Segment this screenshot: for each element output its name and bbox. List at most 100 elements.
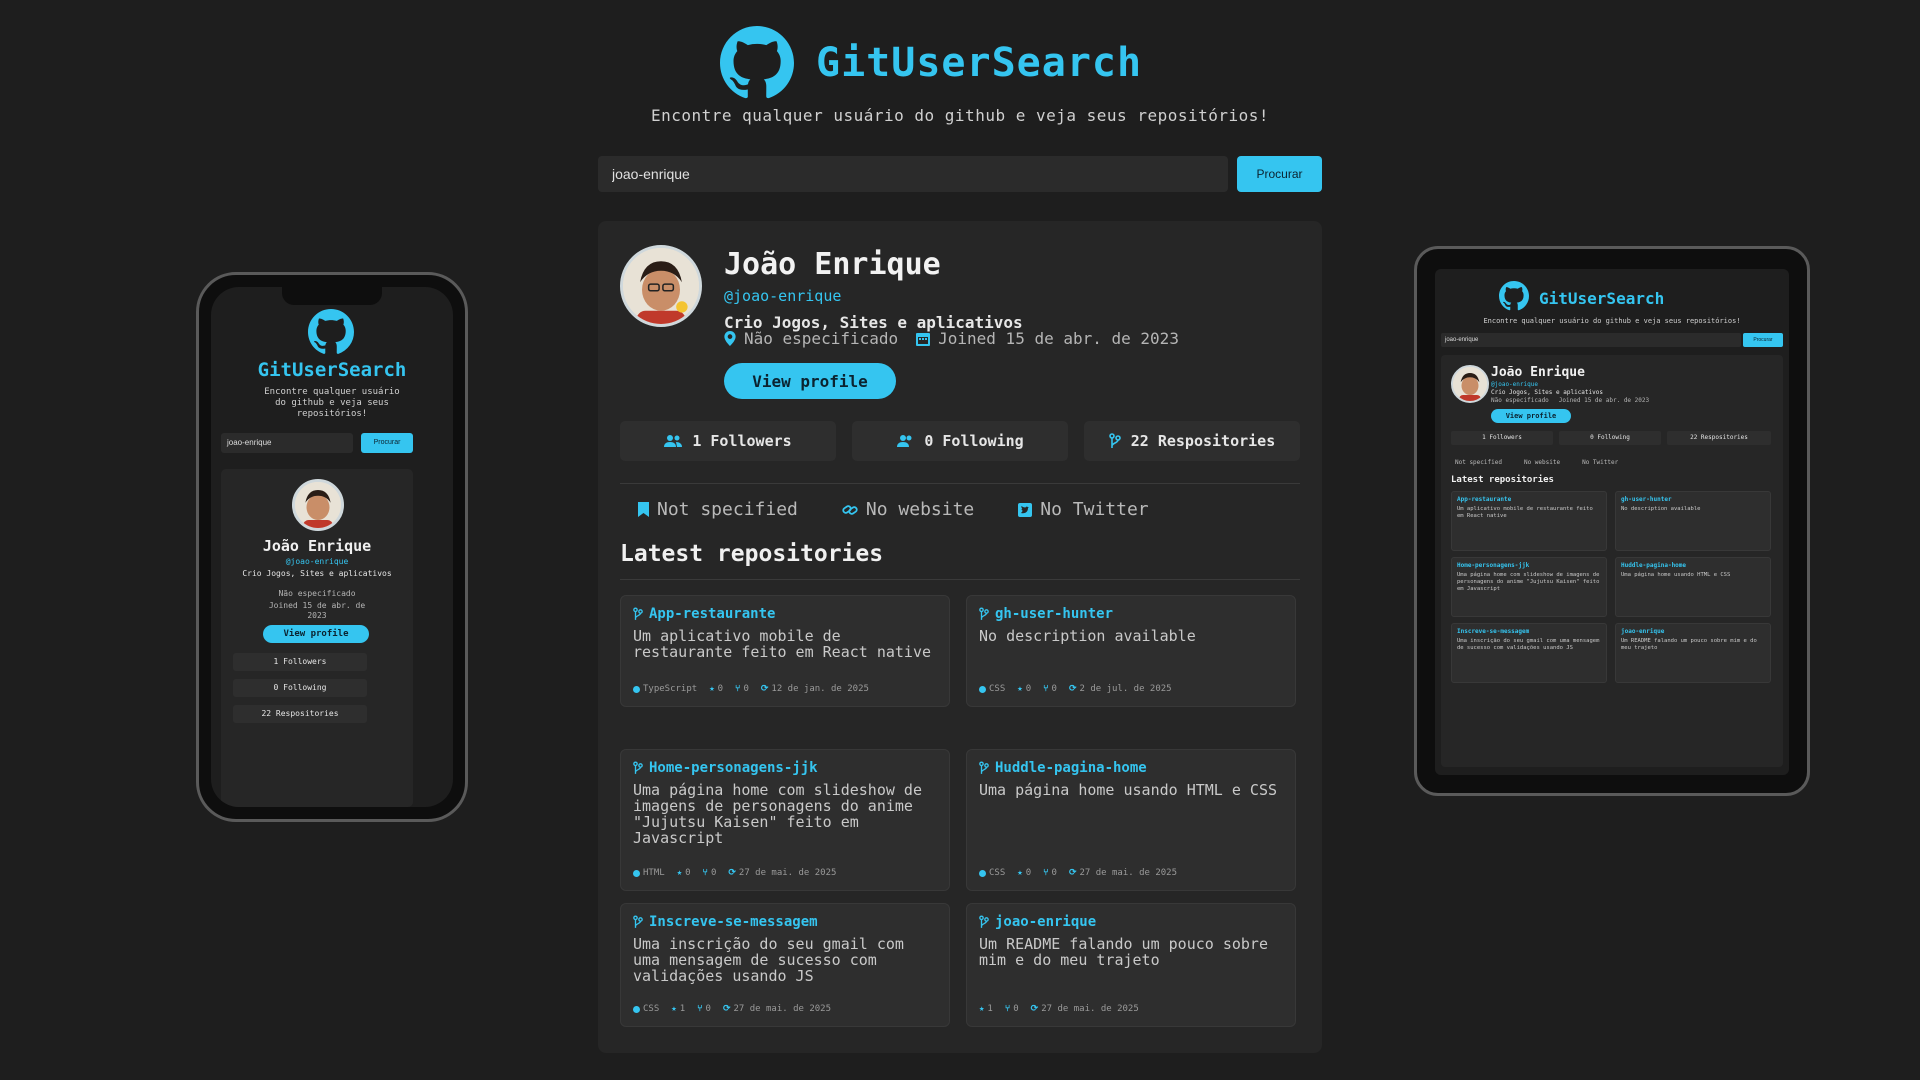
star-icon: ★ — [1017, 868, 1023, 878]
repo-description: No description available — [1621, 506, 1701, 512]
repo-meta: ★ 1 ⑂ 0 ⟳ 27 de mai. de 2025 — [979, 1004, 1139, 1014]
followers-stat[interactable]: 1 Followers — [233, 653, 367, 671]
tagline: Encontre qualquer usuário do github e ve… — [1483, 317, 1741, 325]
repo-card[interactable]: Home-personagens-jjk Uma página home com … — [620, 749, 950, 891]
github-icon — [1499, 281, 1529, 311]
following-stat[interactable]: 0 Following — [1559, 431, 1661, 445]
following-stat[interactable]: 0 Following — [233, 679, 367, 697]
profile-name: João Enrique — [724, 247, 941, 282]
repo-card[interactable]: Huddle-pagina-home Uma página home usando… — [966, 749, 1296, 891]
profile-login[interactable]: @joao-enrique — [724, 287, 841, 305]
repo-card[interactable]: App-restaurante Um aplicativo mobile de r… — [620, 595, 950, 707]
repo-name[interactable]: gh-user-hunter — [979, 606, 1283, 622]
profile-login[interactable]: @joao-enrique — [221, 557, 413, 566]
clock-icon: ⟳ — [728, 868, 736, 878]
repo-language: CSS — [633, 1004, 659, 1014]
repo-updated: ⟳ 2 de jul. de 2025 — [1068, 684, 1172, 694]
profile-card: João Enrique @joao-enrique Crio Jogos, S… — [221, 469, 413, 807]
repo-card[interactable]: joao-enrique Um README falando um pouco s… — [1615, 623, 1771, 683]
view-profile-button[interactable]: View profile — [263, 625, 369, 643]
twitter-link[interactable]: No Twitter — [1018, 499, 1149, 520]
repo-forks: ⑂ 0 — [1043, 868, 1057, 878]
search-input[interactable] — [598, 156, 1228, 192]
star-icon: ★ — [979, 1004, 985, 1014]
profile-links: Not specified No website No Twitter — [638, 499, 1149, 520]
profile-login[interactable]: @joao-enrique — [1491, 381, 1538, 388]
avatar — [292, 479, 344, 531]
repo-card[interactable]: Inscreve-se-messagem Uma inscrição do seu… — [620, 903, 950, 1027]
followers-stat[interactable]: 1 Followers — [620, 421, 836, 461]
app-title: GitUserSearch — [257, 359, 407, 381]
twitter-icon — [1018, 502, 1033, 517]
profile-bio: Crio Jogos, Sites e aplicativos — [242, 569, 392, 578]
repo-meta: CSS ★ 0 ⑂ 0 ⟳ 27 de mai. de 2025 — [979, 868, 1177, 878]
repo-card[interactable]: Huddle-pagina-home Uma página home usando… — [1615, 557, 1771, 617]
repo-name[interactable]: App-restaurante — [633, 606, 937, 622]
repo-card[interactable]: joao-enrique Um README falando um pouco s… — [966, 903, 1296, 1027]
link-icon — [842, 504, 858, 515]
repo-updated: ⟳ 27 de mai. de 2025 — [1030, 1004, 1139, 1014]
star-icon: ★ — [671, 1004, 677, 1014]
clock-icon: ⟳ — [1068, 684, 1077, 694]
repo-name[interactable]: Inscreve-se-messagem — [1457, 628, 1601, 635]
repo-language: CSS — [979, 684, 1005, 694]
repo-stars: ★ 1 — [671, 1004, 686, 1014]
repos-stat[interactable]: 22 Respositories — [233, 705, 367, 723]
fork-icon: ⑂ — [1004, 1004, 1011, 1014]
repo-meta: CSS ★ 1 ⑂ 0 ⟳ 27 de mai. de 2025 — [633, 1004, 831, 1014]
repo-name[interactable]: joao-enrique — [979, 914, 1283, 930]
tablet-screen: GitUserSearch Encontre qualquer usuário … — [1435, 269, 1789, 775]
repo-icon — [1108, 433, 1121, 448]
app-title: GitUserSearch — [816, 40, 1143, 86]
repo-icon — [979, 607, 989, 620]
repo-name[interactable]: App-restaurante — [1457, 496, 1601, 503]
repo-name[interactable]: Home-personagens-jjk — [1457, 562, 1601, 569]
search-button[interactable]: Procurar — [1743, 333, 1783, 347]
view-profile-button[interactable]: View profile — [1491, 409, 1571, 423]
repo-name[interactable]: Home-personagens-jjk — [633, 760, 937, 776]
repo-card[interactable]: Home-personagens-jjk Uma página home com … — [1451, 557, 1607, 617]
search-input[interactable]: joao-enrique — [221, 433, 353, 453]
search-button[interactable]: Procurar — [361, 433, 413, 453]
clock-icon: ⟳ — [1030, 1004, 1039, 1014]
repo-description: Um aplicativo mobile de restaurante feit… — [633, 627, 932, 661]
repo-updated: ⟳ 27 de mai. de 2025 — [728, 868, 837, 878]
repo-name[interactable]: gh-user-hunter — [1621, 496, 1765, 503]
repo-name[interactable]: Huddle-pagina-home — [1621, 562, 1765, 569]
repo-name[interactable]: Inscreve-se-messagem — [633, 914, 937, 930]
following-label: 0 Following — [924, 432, 1024, 450]
repos-label: 22 Respositories — [1130, 432, 1276, 450]
fork-icon: ⑂ — [1043, 868, 1049, 878]
github-icon — [720, 26, 794, 99]
clock-icon: ⟳ — [1068, 868, 1077, 878]
followers-label: 1 Followers — [692, 432, 792, 450]
repo-icon — [633, 761, 643, 774]
company-label: Not specified — [657, 499, 798, 520]
repos-stat[interactable]: 22 Respositories — [1667, 431, 1771, 445]
repos-stat[interactable]: 22 Respositories — [1084, 421, 1300, 461]
app-title: GitUserSearch — [1539, 289, 1665, 308]
repo-language: TypeScript — [633, 684, 697, 694]
star-icon: ★ — [709, 684, 715, 694]
repo-forks: ⑂ 0 — [697, 1004, 711, 1014]
search-button[interactable]: Procurar — [1237, 156, 1322, 192]
repo-name[interactable]: joao-enrique — [1621, 628, 1765, 635]
repo-forks: ⑂ 0 — [735, 684, 749, 694]
repo-name[interactable]: Huddle-pagina-home — [979, 760, 1283, 776]
repo-meta: HTML ★ 0 ⑂ 0 ⟳ 27 de mai. de 2025 — [633, 868, 836, 878]
followers-stat[interactable]: 1 Followers — [1451, 431, 1553, 445]
repo-card[interactable]: gh-user-hunter No description available — [1615, 491, 1771, 551]
website-link[interactable]: No website — [842, 499, 974, 520]
repo-card[interactable]: Inscreve-se-messagem Uma inscrição do seu… — [1451, 623, 1607, 683]
view-profile-button[interactable]: View profile — [724, 363, 896, 399]
following-stat[interactable]: 0 Following — [852, 421, 1068, 461]
repo-stars: ★ 0 — [709, 684, 724, 694]
repo-card[interactable]: gh-user-hunter No description available CS… — [966, 595, 1296, 707]
fork-icon: ⑂ — [1043, 684, 1049, 694]
repo-description: Uma página home com slideshow de imagens… — [633, 781, 922, 847]
search-input[interactable]: joao-enrique — [1441, 333, 1741, 347]
repo-description: Um README falando um pouco sobre mim e d… — [979, 935, 1268, 969]
latest-repos-title: Latest repositories — [620, 541, 884, 567]
repo-meta: CSS ★ 0 ⑂ 0 ⟳ 2 de jul. de 2025 — [979, 684, 1172, 694]
repo-card[interactable]: App-restaurante Um aplicativo mobile de r… — [1451, 491, 1607, 551]
